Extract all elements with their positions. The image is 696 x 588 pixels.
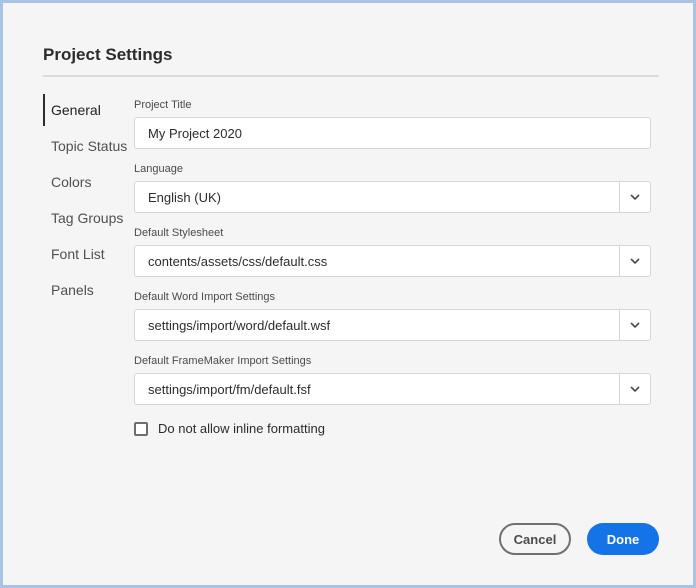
nav-item-general[interactable]: General — [43, 94, 133, 130]
language-dropdown-button[interactable] — [619, 182, 650, 212]
chevron-down-icon — [630, 194, 640, 200]
nav-item-topic-status[interactable]: Topic Status — [43, 130, 133, 166]
nav-item-tag-groups[interactable]: Tag Groups — [43, 202, 133, 238]
default-stylesheet-select[interactable]: contents/assets/css/default.css — [134, 245, 651, 277]
project-settings-dialog: Project Settings General Topic Status Co… — [3, 3, 693, 585]
nav-item-colors[interactable]: Colors — [43, 166, 133, 202]
language-select[interactable]: English (UK) — [134, 181, 651, 213]
language-value: English (UK) — [148, 189, 221, 205]
framemaker-import-dropdown-button[interactable] — [619, 374, 650, 404]
default-stylesheet-dropdown-button[interactable] — [619, 246, 650, 276]
framemaker-import-label: Default FrameMaker Import Settings — [134, 355, 312, 367]
language-label: Language — [134, 163, 183, 175]
word-import-dropdown-button[interactable] — [619, 310, 650, 340]
project-title-label: Project Title — [134, 99, 192, 111]
default-stylesheet-label: Default Stylesheet — [134, 227, 224, 239]
framemaker-import-select[interactable]: settings/import/fm/default.fsf — [134, 373, 651, 405]
framemaker-import-value: settings/import/fm/default.fsf — [148, 381, 311, 397]
dialog-title: Project Settings — [43, 45, 173, 64]
chevron-down-icon — [630, 386, 640, 392]
title-divider — [43, 75, 659, 77]
default-stylesheet-value: contents/assets/css/default.css — [148, 253, 328, 269]
word-import-label: Default Word Import Settings — [134, 291, 276, 303]
inline-formatting-label[interactable]: Do not allow inline formatting — [158, 421, 325, 436]
nav-item-font-list[interactable]: Font List — [43, 238, 133, 274]
cancel-button[interactable]: Cancel — [499, 523, 571, 555]
chevron-down-icon — [630, 258, 640, 264]
project-title-input[interactable] — [134, 117, 651, 149]
word-import-select[interactable]: settings/import/word/default.wsf — [134, 309, 651, 341]
settings-nav: General Topic Status Colors Tag Groups F… — [43, 94, 133, 310]
inline-formatting-row: Do not allow inline formatting — [134, 421, 325, 436]
chevron-down-icon — [630, 322, 640, 328]
word-import-value: settings/import/word/default.wsf — [148, 317, 331, 333]
nav-item-panels[interactable]: Panels — [43, 274, 133, 310]
done-button[interactable]: Done — [587, 523, 659, 555]
inline-formatting-checkbox[interactable] — [134, 421, 148, 436]
